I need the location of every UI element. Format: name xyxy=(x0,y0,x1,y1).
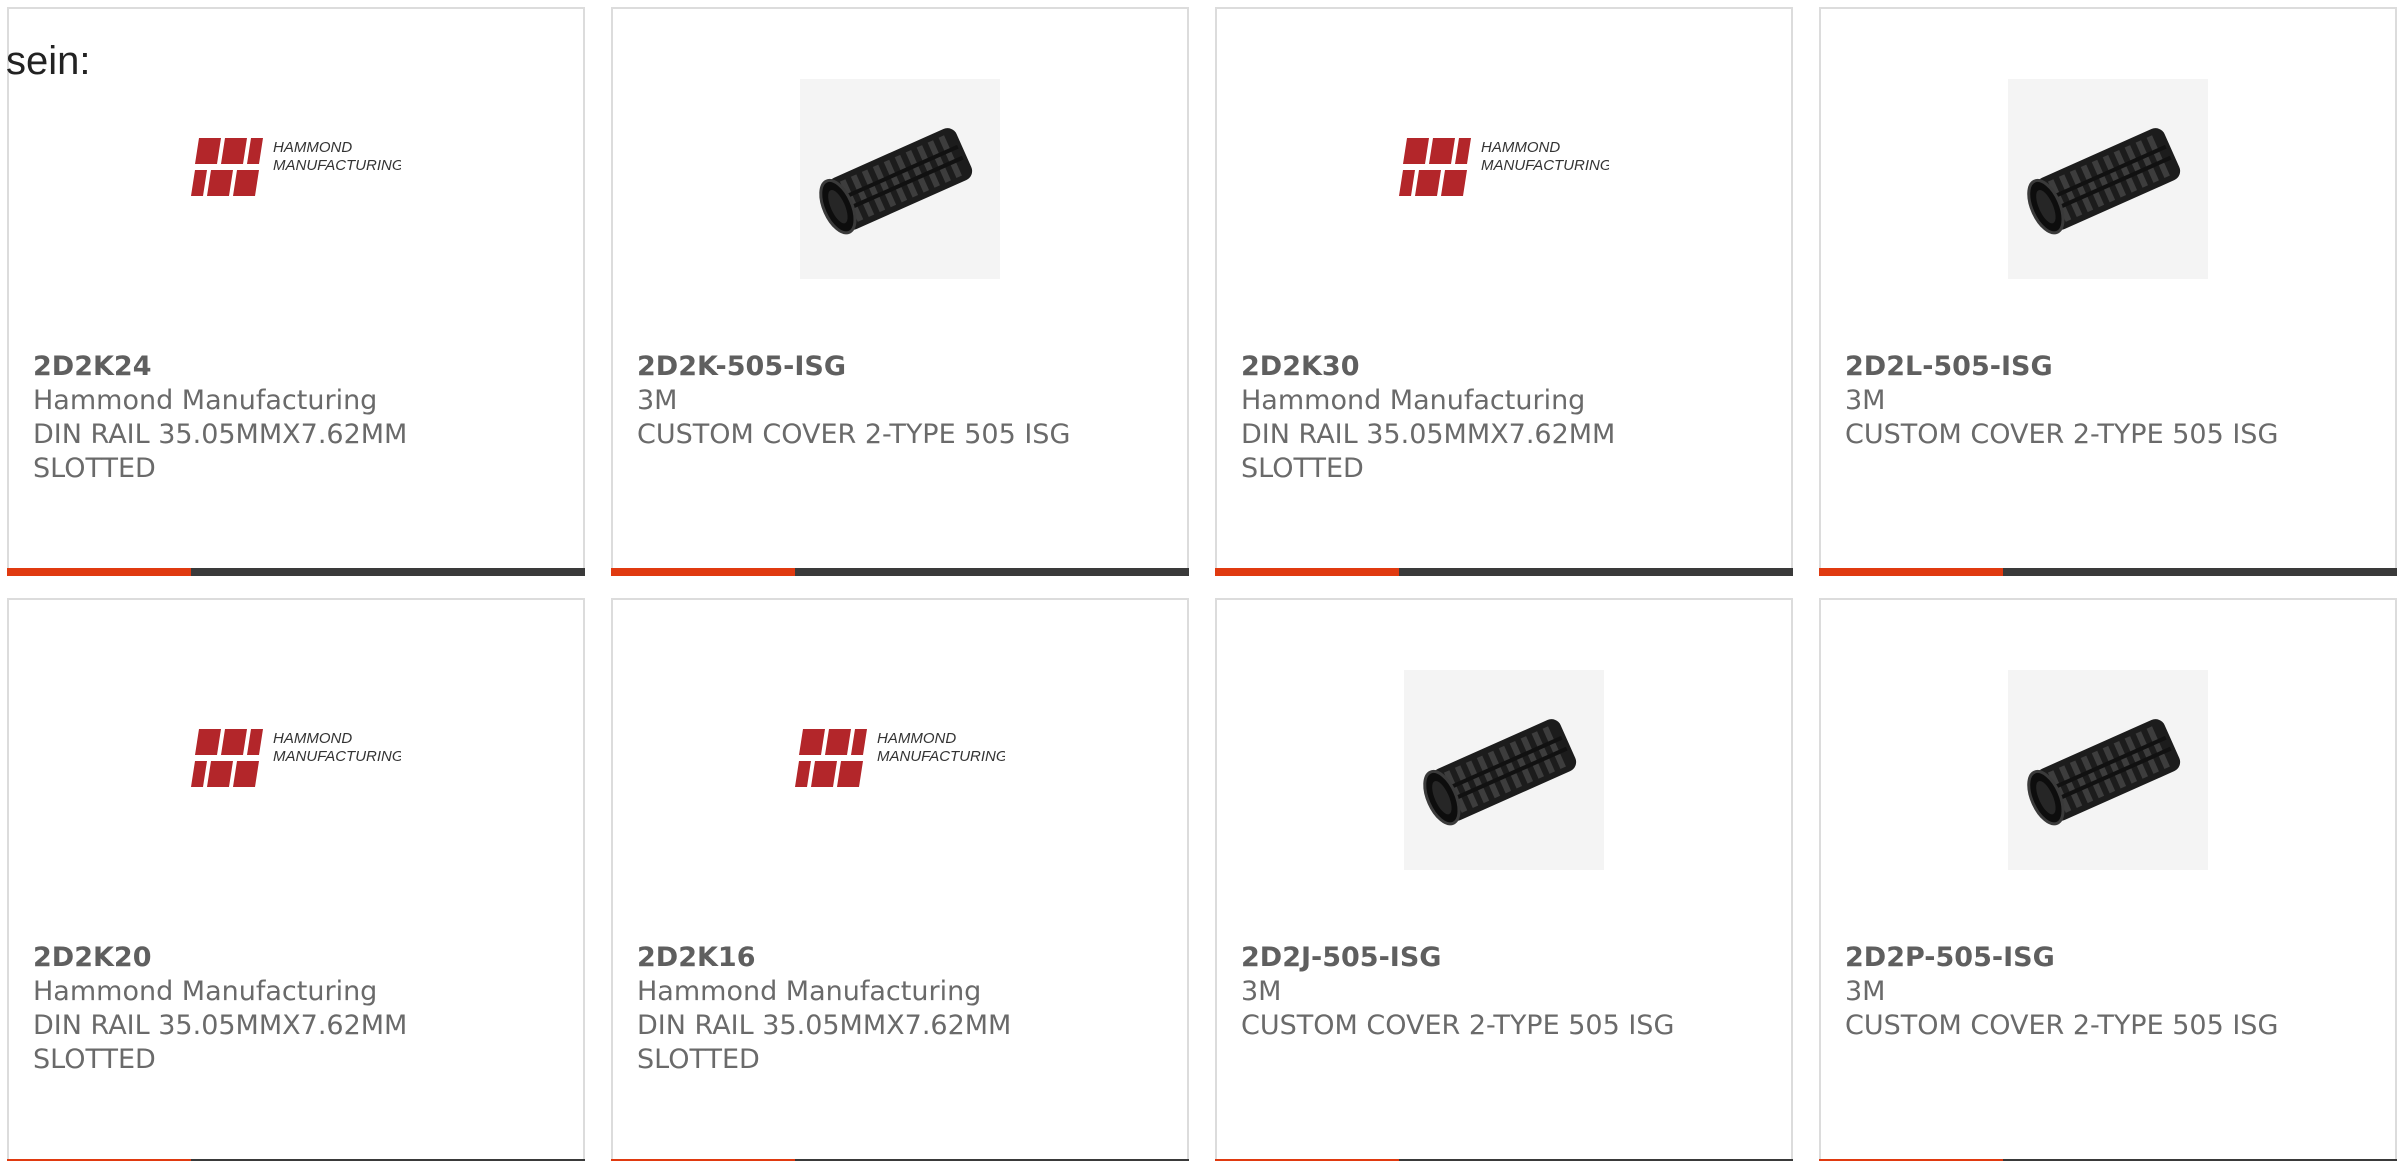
product-card[interactable]: HAMMOND MANUFACTURING. 2D2K20 Hammond Ma… xyxy=(7,598,585,1161)
part-number[interactable]: 2D2K-505-ISG xyxy=(637,350,1167,384)
manufacturer: Hammond Manufacturing xyxy=(1241,385,1586,416)
description-extra: SLOTTED xyxy=(33,453,156,484)
product-image[interactable] xyxy=(1821,660,2395,880)
manufacturer: 3M xyxy=(1241,976,1282,1007)
manufacturer: 3M xyxy=(1845,976,1886,1007)
product-info: 2D2K-505-ISG 3M CUSTOM COVER 2-TYPE 505 … xyxy=(637,350,1167,452)
description: DIN RAIL 35.05MMX7.62MM xyxy=(33,1010,408,1041)
description: DIN RAIL 35.05MMX7.62MM xyxy=(637,1010,1012,1041)
manufacturer: 3M xyxy=(1845,385,1886,416)
product-image[interactable] xyxy=(1821,69,2395,289)
card-bottom-bar xyxy=(1215,568,1793,576)
part-number[interactable]: 2D2P-505-ISG xyxy=(1845,941,2375,975)
part-number[interactable]: 2D2K16 xyxy=(637,941,1167,975)
logo-wordmark-1: HAMMOND xyxy=(1481,139,1560,156)
card-accent xyxy=(1819,568,2003,576)
description: CUSTOM COVER 2-TYPE 505 ISG xyxy=(1241,1010,1675,1041)
part-number[interactable]: 2D2L-505-ISG xyxy=(1845,350,2375,384)
card-accent xyxy=(611,568,795,576)
hammond-logo: HAMMOND MANUFACTURING. xyxy=(1399,124,1616,234)
black-slotted-tube-icon xyxy=(800,79,1000,279)
product-card[interactable]: HAMMOND MANUFACTURING. 2D2K24 Hammond Ma… xyxy=(7,7,585,576)
description-extra: SLOTTED xyxy=(1241,453,1364,484)
description-extra: SLOTTED xyxy=(33,1044,156,1075)
part-number[interactable]: 2D2K30 xyxy=(1241,350,1771,384)
logo-wordmark-2: MANUFACTURING. xyxy=(877,748,1005,765)
product-info: 2D2K24 Hammond Manufacturing DIN RAIL 35… xyxy=(33,350,563,486)
manufacturer: 3M xyxy=(637,385,678,416)
logo-wordmark-1: HAMMOND xyxy=(273,730,352,747)
card-bottom-bar xyxy=(7,568,585,576)
product-image[interactable]: HAMMOND MANUFACTURING. xyxy=(9,660,583,880)
product-card[interactable]: 2D2L-505-ISG 3M CUSTOM COVER 2-TYPE 505 … xyxy=(1819,7,2397,576)
product-card[interactable]: HAMMOND MANUFACTURING. 2D2K30 Hammond Ma… xyxy=(1215,7,1793,576)
logo-wordmark-1: HAMMOND xyxy=(273,139,352,156)
description-extra: SLOTTED xyxy=(637,1044,760,1075)
card-accent xyxy=(7,568,191,576)
product-card[interactable]: 2D2P-505-ISG 3M CUSTOM COVER 2-TYPE 505 … xyxy=(1819,598,2397,1161)
black-slotted-tube-icon xyxy=(2008,79,2208,279)
description: CUSTOM COVER 2-TYPE 505 ISG xyxy=(1845,419,2279,450)
manufacturer: Hammond Manufacturing xyxy=(33,976,378,1007)
product-info: 2D2P-505-ISG 3M CUSTOM COVER 2-TYPE 505 … xyxy=(1845,941,2375,1043)
product-image[interactable]: HAMMOND MANUFACTURING. xyxy=(9,69,583,289)
manufacturer: Hammond Manufacturing xyxy=(33,385,378,416)
product-info: 2D2K16 Hammond Manufacturing DIN RAIL 35… xyxy=(637,941,1167,1077)
product-card[interactable]: 2D2J-505-ISG 3M CUSTOM COVER 2-TYPE 505 … xyxy=(1215,598,1793,1161)
hammond-logo: HAMMOND MANUFACTURING. xyxy=(191,124,408,234)
black-slotted-tube-icon xyxy=(1404,670,1604,870)
product-image[interactable] xyxy=(1217,660,1791,880)
product-card[interactable]: 2D2K-505-ISG 3M CUSTOM COVER 2-TYPE 505 … xyxy=(611,7,1189,576)
card-accent xyxy=(1215,568,1399,576)
product-grid: HAMMOND MANUFACTURING. 2D2K24 Hammond Ma… xyxy=(7,7,2397,1161)
description: DIN RAIL 35.05MMX7.62MM xyxy=(1241,419,1616,450)
product-image[interactable]: HAMMOND MANUFACTURING. xyxy=(1217,69,1791,289)
card-bottom-bar xyxy=(611,568,1189,576)
description: CUSTOM COVER 2-TYPE 505 ISG xyxy=(637,419,1071,450)
part-number[interactable]: 2D2K24 xyxy=(33,350,563,384)
product-info: 2D2L-505-ISG 3M CUSTOM COVER 2-TYPE 505 … xyxy=(1845,350,2375,452)
card-bottom-bar xyxy=(1819,568,2397,576)
logo-wordmark-2: MANUFACTURING. xyxy=(1481,157,1609,174)
product-info: 2D2K20 Hammond Manufacturing DIN RAIL 35… xyxy=(33,941,563,1077)
product-info: 2D2K30 Hammond Manufacturing DIN RAIL 35… xyxy=(1241,350,1771,486)
hammond-logo: HAMMOND MANUFACTURING. xyxy=(795,715,1012,825)
manufacturer: Hammond Manufacturing xyxy=(637,976,982,1007)
description: DIN RAIL 35.05MMX7.62MM xyxy=(33,419,408,450)
part-number[interactable]: 2D2K20 xyxy=(33,941,563,975)
logo-wordmark-2: MANUFACTURING. xyxy=(273,748,401,765)
part-number[interactable]: 2D2J-505-ISG xyxy=(1241,941,1771,975)
product-image[interactable] xyxy=(613,69,1187,289)
description: CUSTOM COVER 2-TYPE 505 ISG xyxy=(1845,1010,2279,1041)
hammond-logo: HAMMOND MANUFACTURING. xyxy=(191,715,408,825)
product-info: 2D2J-505-ISG 3M CUSTOM COVER 2-TYPE 505 … xyxy=(1241,941,1771,1043)
product-grid-page: sein: HAMMOND MANUFACTURING. 2D2K24 Hamm… xyxy=(0,0,2400,1161)
logo-wordmark-1: HAMMOND xyxy=(877,730,956,747)
product-card[interactable]: HAMMOND MANUFACTURING. 2D2K16 Hammond Ma… xyxy=(611,598,1189,1161)
intro-text: sein: xyxy=(6,39,91,83)
product-image[interactable]: HAMMOND MANUFACTURING. xyxy=(613,660,1187,880)
black-slotted-tube-icon xyxy=(2008,670,2208,870)
logo-wordmark-2: MANUFACTURING. xyxy=(273,157,401,174)
